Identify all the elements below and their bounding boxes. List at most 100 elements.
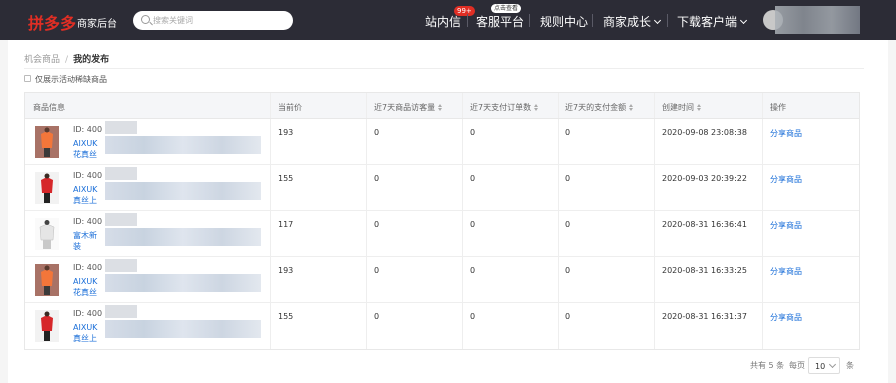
page-size-select[interactable]: 10 <box>808 357 840 374</box>
search-box[interactable]: 搜索关键词 <box>133 11 293 30</box>
search-icon <box>141 15 150 24</box>
table-row: ID: 400 富木新 装 117 0 0 0 2020-08-31 16:36:41 分享商… <box>25 211 859 257</box>
share-product-link[interactable]: 分享商品 <box>770 312 802 323</box>
cell-amount: 0 <box>565 220 571 229</box>
search-input[interactable]: 搜索关键词 <box>153 15 193 26</box>
product-thumbnail[interactable] <box>35 172 59 204</box>
cell-price: 193 <box>278 128 294 137</box>
redacted-id <box>105 305 137 318</box>
nav-rules-center[interactable]: 规则中心 <box>540 13 588 30</box>
column-divider <box>366 93 367 118</box>
col-created-label: 创建时间 <box>662 103 694 112</box>
cell-amount: 0 <box>565 312 571 321</box>
product-table: 商品信息 当前价 近7天商品访客量 近7天支付订单数 近7天的支付金额 创建时间… <box>24 92 860 350</box>
column-divider <box>762 257 763 302</box>
pagination-total: 共有 5 条 <box>750 361 785 370</box>
col-amount-label: 近7天的支付金额 <box>565 103 627 112</box>
product-name-link[interactable]: AIXUK 花真丝 <box>73 276 103 298</box>
sort-icon[interactable] <box>629 104 634 111</box>
col-visitors[interactable]: 近7天商品访客量 <box>374 102 443 113</box>
column-divider <box>270 165 271 210</box>
column-divider <box>762 93 763 118</box>
column-divider <box>762 165 763 210</box>
col-created[interactable]: 创建时间 <box>662 102 702 113</box>
nav-divider <box>467 14 468 27</box>
product-id: ID: 400 <box>73 263 103 272</box>
cell-orders: 0 <box>470 220 476 229</box>
column-divider <box>654 303 655 349</box>
breadcrumb-parent[interactable]: 机会商品 <box>24 55 60 65</box>
product-thumbnail[interactable] <box>35 310 59 342</box>
column-divider <box>654 211 655 256</box>
redacted-title <box>105 182 261 200</box>
table-body: ID: 400 AIXUK 花真丝 193 0 0 0 2020-09-08 23:08:3… <box>25 119 859 349</box>
redacted-title <box>105 136 261 154</box>
table-header: 商品信息 当前价 近7天商品访客量 近7天支付订单数 近7天的支付金额 创建时间… <box>25 93 859 119</box>
product-name-link[interactable]: 富木新 装 <box>73 230 103 252</box>
nav-messages[interactable]: 站内信 <box>425 13 461 30</box>
share-product-link[interactable]: 分享商品 <box>770 174 802 185</box>
cell-visitors: 0 <box>374 174 380 183</box>
nav-customer-service[interactable]: 客服平台 <box>476 13 524 30</box>
column-divider <box>558 303 559 349</box>
redacted-id <box>105 213 137 226</box>
column-divider <box>366 257 367 302</box>
product-id: ID: 400 <box>73 171 103 180</box>
breadcrumb-current: 我的发布 <box>73 55 110 65</box>
product-thumbnail[interactable] <box>35 126 59 158</box>
product-name-link[interactable]: AIXUK 花真丝 <box>73 138 103 160</box>
column-divider <box>462 303 463 349</box>
column-divider <box>366 165 367 210</box>
col-amount[interactable]: 近7天的支付金额 <box>565 102 634 113</box>
top-navbar: 拼多多 商家后台 搜索关键词 站内信 99+ 客服平台 点击查看 规则中心 商家… <box>0 0 896 40</box>
cell-amount: 0 <box>565 174 571 183</box>
cell-price: 155 <box>278 312 294 321</box>
chevron-down-icon <box>828 360 837 369</box>
column-divider <box>270 211 271 256</box>
pagination-unit: 条 <box>846 361 854 370</box>
col-orders[interactable]: 近7天支付订单数 <box>470 102 539 113</box>
column-divider <box>366 211 367 256</box>
share-product-link[interactable]: 分享商品 <box>770 128 802 139</box>
redacted-title <box>105 274 261 292</box>
product-thumbnail[interactable] <box>35 218 59 250</box>
cell-created: 2020-08-31 16:33:25 <box>662 266 747 275</box>
cell-visitors: 0 <box>374 312 380 321</box>
redacted-id <box>105 167 137 180</box>
breadcrumb: 机会商品 / 我的发布 <box>24 52 109 65</box>
product-name-link[interactable]: AIXUK 真丝上 <box>73 184 103 206</box>
share-product-link[interactable]: 分享商品 <box>770 220 802 231</box>
column-divider <box>558 257 559 302</box>
sort-icon[interactable] <box>534 104 539 111</box>
column-divider <box>558 119 559 164</box>
product-thumbnail[interactable] <box>35 264 59 296</box>
sort-icon[interactable] <box>697 104 702 111</box>
nav-divider <box>667 14 668 27</box>
cell-orders: 0 <box>470 312 476 321</box>
account-name-redacted[interactable] <box>775 6 860 34</box>
sort-icon[interactable] <box>438 104 443 111</box>
nav-download-label: 下载客户端 <box>677 15 738 29</box>
column-divider <box>270 257 271 302</box>
redacted-title <box>105 320 261 338</box>
scarce-only-checkbox[interactable] <box>24 75 31 82</box>
col-actions: 操作 <box>770 103 786 112</box>
pinduoduo-logo[interactable]: 拼多多 <box>28 10 76 34</box>
cell-amount: 0 <box>565 266 571 275</box>
redacted-id <box>105 121 137 134</box>
column-divider <box>558 93 559 118</box>
nav-merchant-growth[interactable]: 商家成长 <box>603 13 662 30</box>
redacted-id <box>105 259 137 272</box>
col-visitors-label: 近7天商品访客量 <box>374 103 436 112</box>
scarce-only-label[interactable]: 仅展示活动稀缺商品 <box>35 74 107 85</box>
share-product-link[interactable]: 分享商品 <box>770 266 802 277</box>
column-divider <box>462 257 463 302</box>
cell-created: 2020-08-31 16:31:37 <box>662 312 747 321</box>
column-divider <box>654 93 655 118</box>
cell-price: 117 <box>278 220 294 229</box>
column-divider <box>270 303 271 349</box>
column-divider <box>558 165 559 210</box>
column-divider <box>762 303 763 349</box>
nav-download-client[interactable]: 下载客户端 <box>677 13 748 30</box>
product-name-link[interactable]: AIXUK 真丝上 <box>73 322 103 344</box>
